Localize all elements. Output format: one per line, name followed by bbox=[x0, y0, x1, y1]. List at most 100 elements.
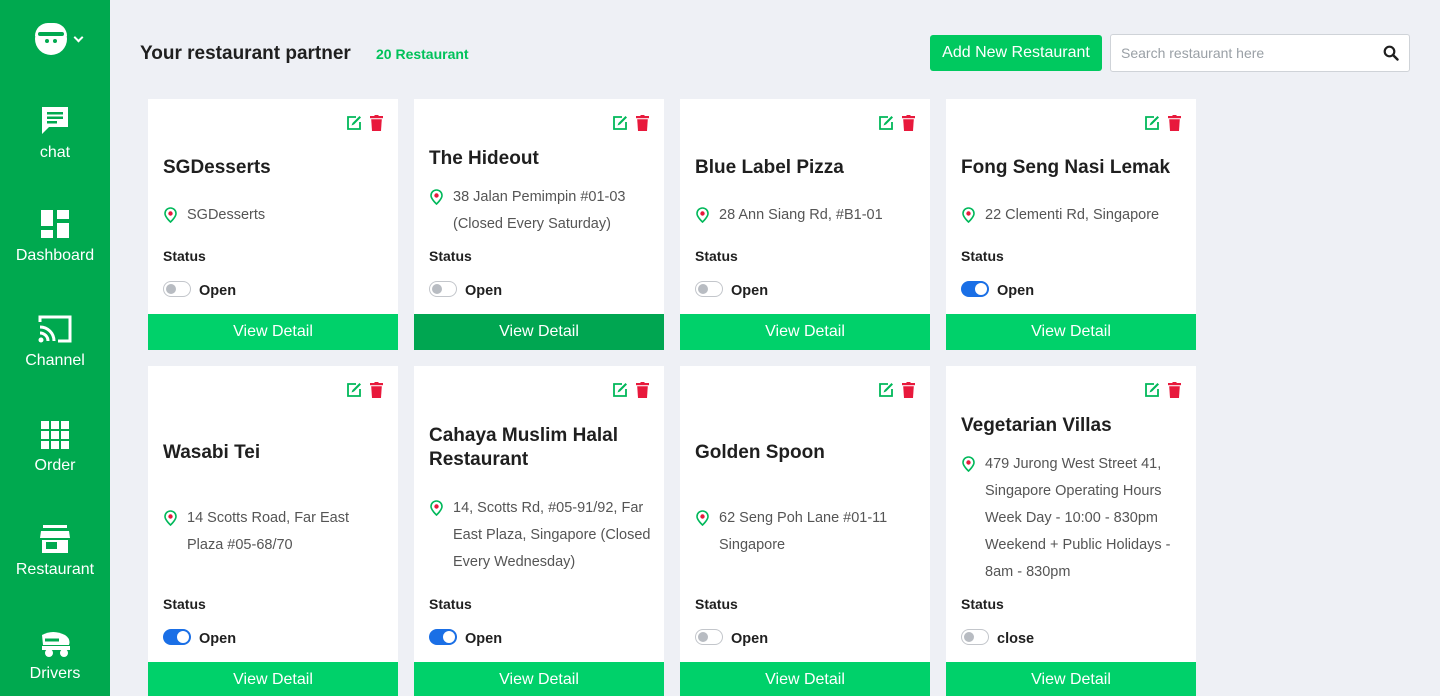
delete-icon[interactable] bbox=[1168, 382, 1181, 398]
view-detail-button[interactable]: View Detail bbox=[148, 314, 398, 350]
delete-icon[interactable] bbox=[902, 382, 915, 398]
status-label: Status bbox=[429, 596, 472, 612]
status-toggle[interactable] bbox=[429, 281, 457, 297]
status-toggle[interactable] bbox=[163, 281, 191, 297]
restaurant-name: The Hideout bbox=[429, 148, 539, 169]
sidebar-item-label: Restaurant bbox=[15, 561, 95, 578]
edit-icon[interactable] bbox=[612, 115, 628, 131]
sidebar-item-order[interactable]: Order bbox=[0, 421, 110, 475]
status-toggle[interactable] bbox=[429, 629, 457, 645]
status-value: Open bbox=[731, 283, 769, 299]
search-icon[interactable] bbox=[1383, 45, 1399, 61]
status-label: Status bbox=[961, 248, 1004, 264]
edit-icon[interactable] bbox=[346, 115, 362, 131]
restaurant-name: Fong Seng Nasi Lemak bbox=[961, 157, 1171, 178]
dashboard-icon bbox=[41, 210, 69, 238]
status-label: Status bbox=[695, 596, 738, 612]
delete-icon[interactable] bbox=[902, 115, 915, 131]
sidebar-item-label: chat bbox=[39, 144, 71, 161]
restaurant-count: 20 Restaurant bbox=[376, 46, 469, 62]
sidebar-item-dashboard[interactable]: Dashboard bbox=[0, 209, 110, 265]
view-detail-button[interactable]: View Detail bbox=[946, 662, 1196, 696]
sidebar-item-channel[interactable]: Channel bbox=[0, 314, 110, 370]
cast-icon bbox=[38, 315, 72, 343]
restaurant-address: 38 Jalan Pemimpin #01-03 (Closed Every S… bbox=[453, 189, 626, 232]
restaurant-address: 22 Clementi Rd, Singapore bbox=[985, 207, 1160, 223]
sidebar-item-drivers[interactable]: Drivers bbox=[0, 631, 110, 683]
restaurant-address: 14 Scotts Road, Far East Plaza #05-68/70 bbox=[187, 510, 349, 553]
restaurant-name: Cahaya Muslim Halal Restaurant bbox=[429, 425, 619, 470]
edit-icon[interactable] bbox=[346, 382, 362, 398]
search-input[interactable] bbox=[1121, 43, 1371, 63]
restaurant-address: 479 Jurong West Street 41, Singapore Ope… bbox=[985, 456, 1171, 580]
restaurant-card: Cahaya Muslim Halal Restaurant 14, Scott… bbox=[414, 366, 664, 696]
restaurant-card: Golden Spoon 62 Seng Poh Lane #01-11 Sin… bbox=[680, 366, 930, 696]
user-menu[interactable] bbox=[35, 23, 84, 55]
store-icon bbox=[40, 525, 70, 553]
edit-icon[interactable] bbox=[1144, 382, 1160, 398]
delete-icon[interactable] bbox=[370, 382, 383, 398]
restaurant-name: Blue Label Pizza bbox=[695, 157, 844, 178]
avatar bbox=[35, 23, 67, 55]
restaurant-name: Vegetarian Villas bbox=[961, 415, 1112, 436]
sidebar-item-label: Drivers bbox=[29, 665, 81, 682]
restaurant-name: Wasabi Tei bbox=[163, 442, 261, 463]
edit-icon[interactable] bbox=[878, 115, 894, 131]
status-label: Status bbox=[695, 248, 738, 264]
status-value: close bbox=[997, 631, 1035, 647]
restaurant-address: SGDesserts bbox=[187, 207, 266, 223]
status-value: Open bbox=[465, 283, 503, 299]
restaurant-address: 62 Seng Poh Lane #01-11 Singapore bbox=[719, 510, 888, 553]
sidebar-item-restaurant[interactable]: Restaurant bbox=[0, 525, 110, 579]
chevron-down-icon bbox=[73, 32, 84, 42]
status-toggle[interactable] bbox=[961, 629, 989, 645]
view-detail-button[interactable]: View Detail bbox=[148, 662, 398, 696]
restaurant-card: The Hideout 38 Jalan Pemimpin #01-03 (Cl… bbox=[414, 99, 664, 350]
status-label: Status bbox=[163, 248, 206, 264]
edit-icon[interactable] bbox=[1144, 115, 1160, 131]
edit-icon[interactable] bbox=[878, 382, 894, 398]
status-toggle[interactable] bbox=[695, 629, 723, 645]
status-toggle[interactable] bbox=[163, 629, 191, 645]
view-detail-button[interactable]: View Detail bbox=[680, 662, 930, 696]
view-detail-button[interactable]: View Detail bbox=[680, 314, 930, 350]
delete-icon[interactable] bbox=[370, 115, 383, 131]
grid-icon bbox=[41, 421, 69, 449]
delete-icon[interactable] bbox=[636, 115, 649, 131]
edit-icon[interactable] bbox=[612, 382, 628, 398]
delete-icon[interactable] bbox=[636, 382, 649, 398]
add-restaurant-button[interactable]: Add New Restaurant bbox=[930, 35, 1102, 71]
status-label: Status bbox=[961, 596, 1004, 612]
location-pin-icon bbox=[164, 510, 177, 526]
chat-icon bbox=[42, 107, 68, 134]
restaurant-address: 28 Ann Siang Rd, #B1-01 bbox=[719, 207, 883, 223]
sidebar-item-chat[interactable]: chat bbox=[0, 104, 110, 162]
restaurant-card: Wasabi Tei 14 Scotts Road, Far East Plaz… bbox=[148, 366, 398, 696]
location-pin-icon bbox=[696, 510, 709, 526]
view-detail-button[interactable]: View Detail bbox=[414, 314, 664, 350]
location-pin-icon bbox=[430, 500, 443, 516]
sidebar-item-label: Channel bbox=[25, 352, 85, 369]
status-label: Status bbox=[163, 596, 206, 612]
status-label: Status bbox=[429, 248, 472, 264]
restaurant-name: SGDesserts bbox=[163, 157, 271, 178]
status-value: Open bbox=[997, 283, 1035, 299]
view-detail-button[interactable]: View Detail bbox=[414, 662, 664, 696]
status-value: Open bbox=[731, 631, 769, 647]
status-value: Open bbox=[199, 631, 237, 647]
restaurant-card: SGDesserts SGDesserts Status Open View D… bbox=[148, 99, 398, 350]
sidebar-item-label: Dashboard bbox=[15, 247, 95, 264]
status-toggle[interactable] bbox=[695, 281, 723, 297]
restaurant-card: Vegetarian Villas 479 Jurong West Street… bbox=[946, 366, 1196, 696]
view-detail-button[interactable]: View Detail bbox=[946, 314, 1196, 350]
sidebar: chat Dashboard Channel Order Restaurant … bbox=[0, 0, 110, 696]
restaurant-card: Fong Seng Nasi Lemak 22 Clementi Rd, Sin… bbox=[946, 99, 1196, 350]
status-value: Open bbox=[465, 631, 503, 647]
page-title: Your restaurant partner bbox=[140, 43, 351, 64]
location-pin-icon bbox=[696, 207, 709, 223]
status-toggle[interactable] bbox=[961, 281, 989, 297]
location-pin-icon bbox=[164, 207, 177, 223]
restaurant-name: Golden Spoon bbox=[695, 442, 825, 463]
search-box bbox=[1110, 34, 1410, 72]
delete-icon[interactable] bbox=[1168, 115, 1181, 131]
